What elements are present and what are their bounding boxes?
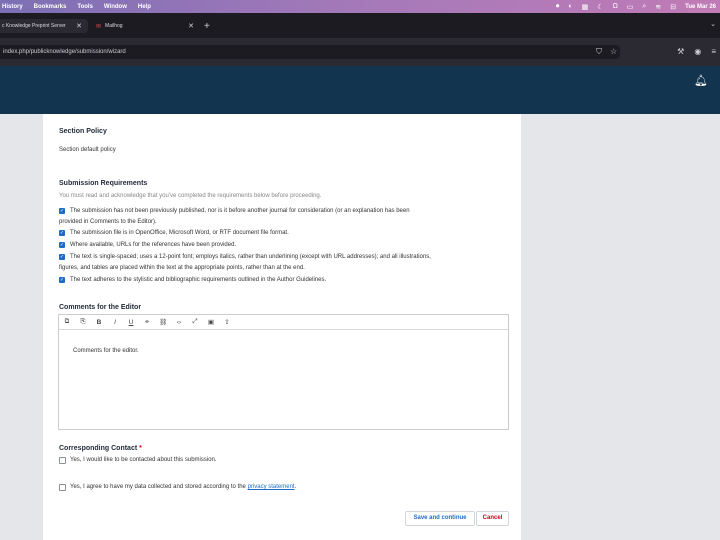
close-tab-icon[interactable]: ✕	[188, 22, 194, 30]
browser-nav-bar: index.php/publicknowledge/submission/wiz…	[0, 38, 720, 66]
requirement-text-cont: figures, and tables are placed within th…	[59, 265, 305, 271]
bell-icon[interactable]: 🔔︎	[694, 74, 708, 87]
italic-icon[interactable]: I	[111, 319, 119, 326]
comments-title: Comments for the Editor	[59, 304, 142, 311]
wifi-icon[interactable]: ≋	[655, 3, 661, 11]
tab-label: Mailhog	[105, 23, 123, 29]
requirement-checkbox[interactable]: ✓	[59, 208, 65, 214]
requirement-text: Where available, URLs for the references…	[70, 242, 237, 248]
browser-tab-bar: c Knowledge Preprint Server ✕ ✉ Mailhog …	[0, 13, 720, 38]
image-icon[interactable]: ▣	[207, 318, 215, 326]
chevron-down-icon[interactable]: ⌄	[710, 20, 716, 28]
tab-label: c Knowledge Preprint Server	[2, 23, 66, 29]
close-tab-icon[interactable]: ✕	[76, 22, 82, 30]
requirement-text: The submission has not been previously p…	[70, 208, 410, 214]
tab-preprint-server[interactable]: c Knowledge Preprint Server ✕	[0, 19, 88, 33]
url-bar[interactable]: index.php/publicknowledge/submission/wiz…	[0, 45, 620, 59]
menu-window[interactable]: Window	[104, 4, 127, 10]
submission-requirements-title: Submission Requirements	[59, 180, 148, 187]
paste-icon[interactable]: ⎘	[79, 318, 87, 326]
privacy-consent: Yes, I agree to have my data collected a…	[70, 482, 296, 492]
control-center-icon[interactable]: ⊟	[670, 3, 676, 11]
corresponding-contact-title: Corresponding Contact *	[59, 445, 142, 452]
privacy-end: .	[294, 484, 297, 490]
contact-checkbox[interactable]	[59, 457, 66, 464]
new-tab-icon[interactable]: +	[204, 21, 210, 32]
mailhog-favicon-icon: ✉	[96, 23, 102, 30]
cancel-button[interactable]: Cancel	[476, 511, 509, 526]
privacy-text: Yes, I agree to have my data collected a…	[70, 484, 246, 490]
requirement-text: The submission file is in OpenOffice, Mi…	[70, 230, 289, 236]
privacy-checkbox[interactable]	[59, 484, 66, 491]
requirement-text: The text adheres to the stylistic and bi…	[70, 277, 327, 283]
requirement-checkbox[interactable]: ✓	[59, 254, 65, 260]
battery-icon[interactable]: ▭	[627, 3, 634, 11]
editor-toolbar: ⧉ ⎘ B I U ⚭ ⛓ ‹› ⤢ ▣ ⇪	[59, 315, 508, 330]
requirement-checkbox[interactable]: ✓	[59, 277, 65, 283]
code-icon[interactable]: ‹›	[175, 319, 183, 326]
moon-icon[interactable]: ☾	[597, 3, 603, 11]
headphones-icon[interactable]: Ω	[613, 3, 618, 10]
unlink-icon[interactable]: ⛓	[159, 318, 167, 326]
record-icon[interactable]: ⏺	[556, 3, 560, 11]
menu-bookmarks[interactable]: Bookmarks	[34, 4, 67, 10]
requirement-text: The text is single-spaced; uses a 12-poi…	[70, 254, 431, 260]
menubar-clock[interactable]: Tue Mar 26	[685, 4, 716, 10]
bookmark-star-icon[interactable]: ☆	[610, 47, 617, 57]
bold-icon[interactable]: B	[95, 319, 103, 326]
privacy-statement-link[interactable]: privacy statement	[248, 484, 295, 490]
app-header: 🔔︎	[0, 66, 720, 114]
firefox-icon[interactable]: ◐	[568, 3, 572, 10]
required-mark: *	[139, 445, 142, 452]
submission-form-panel: Section Policy Section default policy Su…	[43, 114, 521, 540]
upload-icon[interactable]: ⇪	[223, 318, 231, 326]
comments-editor[interactable]: ⧉ ⎘ B I U ⚭ ⛓ ‹› ⤢ ▣ ⇪ Comments for the …	[58, 314, 509, 430]
contact-option-text: Yes, I would like to be contacted about …	[70, 457, 217, 463]
grid-icon[interactable]: ▦	[582, 3, 589, 11]
requirement-text-cont: provided in Comments to the Editor).	[59, 219, 157, 225]
search-icon[interactable]: ⌕	[642, 3, 646, 11]
requirement-checkbox[interactable]: ✓	[59, 230, 65, 236]
fullscreen-icon[interactable]: ⤢	[191, 318, 199, 326]
requirements-instruction: You must read and acknowledge that you'v…	[59, 193, 322, 199]
wrench-icon[interactable]: ⚒	[677, 47, 684, 56]
macos-menu-bar: History Bookmarks Tools Window Help ⏺ ◐ …	[0, 0, 720, 13]
contact-title-text: Corresponding Contact	[59, 445, 138, 452]
underline-icon[interactable]: U	[127, 319, 135, 326]
menu-history[interactable]: History	[2, 4, 23, 10]
section-policy-title: Section Policy	[59, 128, 107, 135]
menu-tools[interactable]: Tools	[77, 4, 93, 10]
shield-icon[interactable]: ⛉	[596, 47, 602, 57]
link-icon[interactable]: ⚭	[143, 318, 151, 326]
save-and-continue-button[interactable]: Save and continue	[405, 511, 475, 526]
account-icon[interactable]: ◉	[694, 47, 701, 56]
editor-text[interactable]: Comments for the editor.	[73, 348, 139, 354]
menu-help[interactable]: Help	[138, 4, 151, 10]
tab-mailhog[interactable]: ✉ Mailhog ✕	[90, 19, 200, 33]
requirement-checkbox[interactable]: ✓	[59, 242, 65, 248]
section-policy-text: Section default policy	[59, 147, 116, 153]
copy-icon[interactable]: ⧉	[63, 318, 71, 326]
menu-icon[interactable]: ≡	[711, 47, 716, 56]
